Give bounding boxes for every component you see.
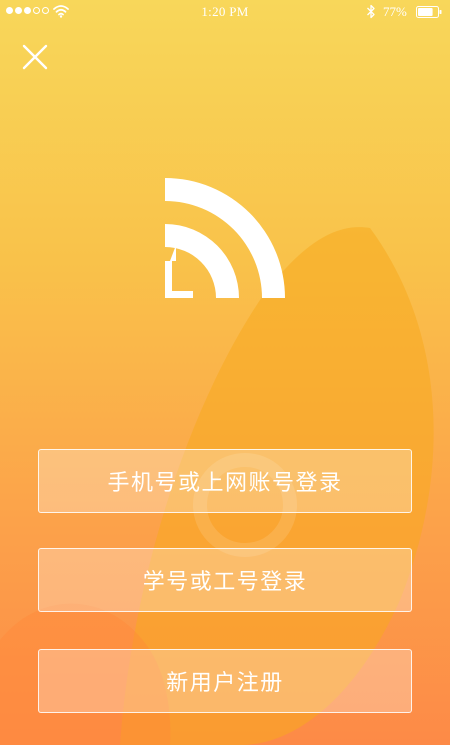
background-decoration [0, 227, 434, 745]
close-button[interactable] [18, 40, 52, 74]
student-or-staff-id-login-label: 学号或工号登录 [142, 570, 308, 595]
bluetooth-icon [367, 4, 375, 19]
register-label: 新用户注册 [166, 671, 284, 696]
student-or-staff-id-login-button[interactable]: 学号或工号登录 [38, 548, 412, 612]
status-bar: 1:20 PM 77% [0, 0, 450, 24]
phone-or-account-login-button[interactable]: 手机号或上网账号登录 [38, 449, 412, 513]
register-button[interactable]: 新用户注册 [38, 649, 412, 713]
login-screen: 1:20 PM 77% 手机号或上网账号登录 学号或工号登录 新用户注册 [0, 0, 450, 745]
battery-percentage: 77% [383, 4, 407, 19]
close-icon [22, 44, 48, 70]
campus-network-logo-icon [165, 178, 285, 298]
phone-or-account-login-label: 手机号或上网账号登录 [107, 471, 343, 496]
battery-icon [416, 6, 442, 18]
